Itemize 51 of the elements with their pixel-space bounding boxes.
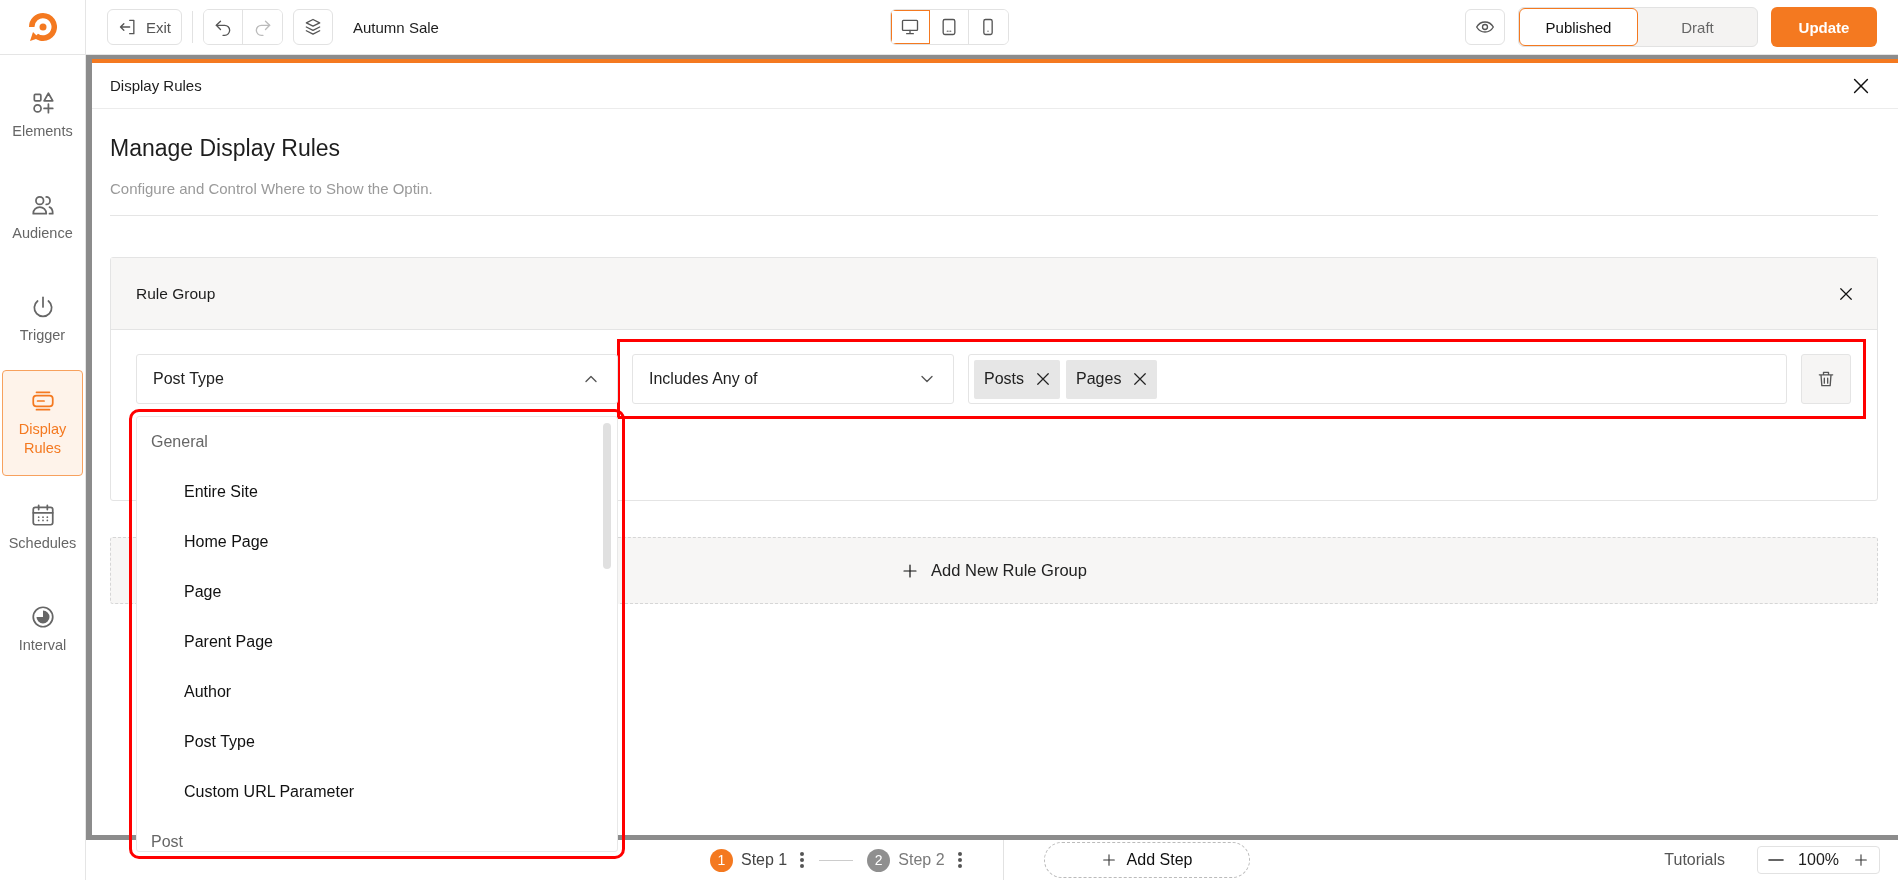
rule-group-title: Rule Group xyxy=(136,284,216,303)
trash-icon xyxy=(1816,369,1836,389)
status-option[interactable]: Published xyxy=(1519,8,1638,46)
layers-icon xyxy=(303,17,323,37)
modal-heading: Manage Display Rules xyxy=(110,135,342,162)
sidebar-item[interactable]: Trigger xyxy=(2,268,83,370)
scrollbar[interactable] xyxy=(603,423,611,569)
dropdown-option[interactable]: Custom URL Parameter xyxy=(137,767,617,817)
tags-field[interactable]: Posts Pages xyxy=(968,354,1787,404)
more-icon[interactable] xyxy=(799,851,806,869)
preview-button[interactable] xyxy=(1465,9,1505,45)
modal-subtitle: Configure and Control Where to Show the Optin. xyxy=(110,180,1878,216)
exit-button[interactable]: Exit xyxy=(107,9,182,45)
delete-rule-button[interactable] xyxy=(1801,354,1851,404)
sidebar-item[interactable]: Schedules xyxy=(2,476,83,578)
exit-icon xyxy=(118,17,138,37)
layers-button[interactable] xyxy=(293,9,333,45)
undo-icon xyxy=(213,17,233,37)
dropdown-option[interactable]: Post Type xyxy=(137,717,617,767)
sidebar-item[interactable]: Elements xyxy=(2,64,83,166)
tutorials-link[interactable]: Tutorials xyxy=(1664,851,1726,869)
option-group-label: Post xyxy=(150,832,184,851)
status-option[interactable]: Draft xyxy=(1638,8,1757,46)
monitor-icon xyxy=(899,17,920,37)
plus-icon xyxy=(1853,852,1869,868)
zoom-in-button[interactable] xyxy=(1853,852,1869,868)
add-step-button[interactable]: Add Step xyxy=(1043,842,1250,878)
dropdown-option[interactable]: Entire Site xyxy=(137,467,617,517)
remove-tag-button[interactable] xyxy=(1034,370,1052,388)
modal-title: Display Rules xyxy=(110,77,202,94)
close-icon xyxy=(1034,370,1052,388)
tag-chip: Posts xyxy=(974,359,1060,399)
sidebar-item[interactable]: Audience xyxy=(2,166,83,268)
operator-select[interactable]: Includes Any of xyxy=(632,354,954,404)
zoom-level: 100% xyxy=(1798,851,1839,869)
desktop-view-button[interactable] xyxy=(890,10,930,44)
more-icon[interactable] xyxy=(956,851,963,869)
condition-select[interactable]: Post Type xyxy=(136,354,618,404)
step-tab[interactable]: 1 Step 1 xyxy=(710,848,788,872)
minus-icon xyxy=(1768,859,1785,861)
dropdown-option[interactable]: Parent Page xyxy=(137,617,617,667)
step-tab[interactable]: 2 Step 2 xyxy=(867,848,945,872)
option-group-label: General xyxy=(150,432,209,452)
dropdown-option[interactable]: Author xyxy=(137,667,617,717)
sidebar-item[interactable]: Interval xyxy=(2,578,83,680)
pie-clock-icon xyxy=(29,603,56,630)
plus-icon xyxy=(1100,852,1117,868)
tag-chip: Pages xyxy=(1066,359,1158,399)
document-title: Autumn Sale xyxy=(353,18,439,36)
calendar-icon xyxy=(29,501,56,528)
undo-button[interactable] xyxy=(204,10,243,44)
